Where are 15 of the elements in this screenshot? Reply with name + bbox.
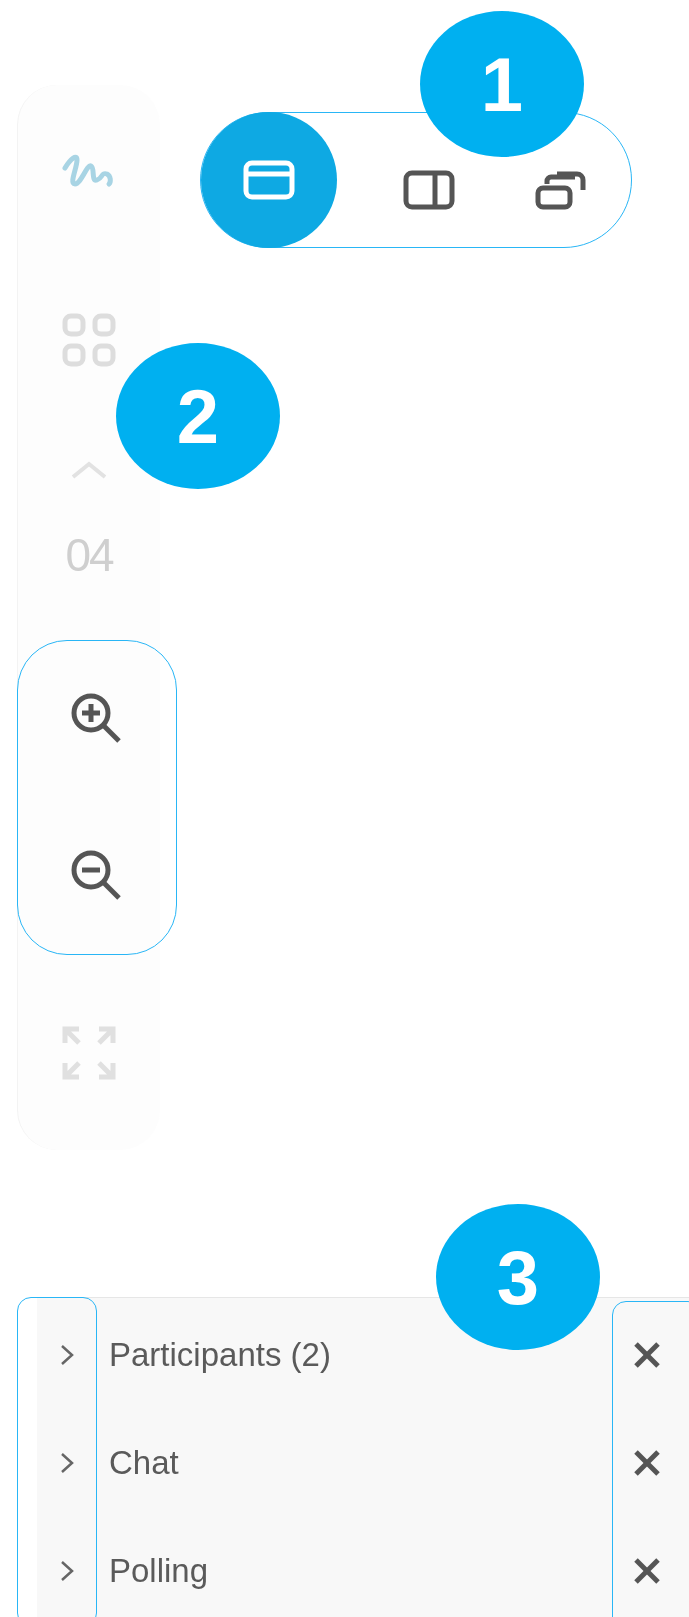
callout-marker: 3 [436, 1204, 600, 1350]
panel-title: Polling [109, 1552, 210, 1590]
close-icon [633, 1449, 661, 1477]
callout-marker: 1 [420, 11, 584, 157]
split-layout-icon [403, 170, 455, 210]
chevron-icon [59, 1451, 75, 1475]
panel-title: Participants (2) [109, 1336, 332, 1374]
close-icon [633, 1557, 661, 1585]
panel-title: Chat [109, 1444, 180, 1482]
chevron-icon [59, 1559, 75, 1583]
stacked-windows-icon [535, 170, 587, 210]
chevron-icon [59, 1343, 75, 1367]
gallery-layout-icon [243, 160, 295, 200]
callout-marker: 2 [116, 343, 280, 489]
close-icon [633, 1341, 661, 1369]
